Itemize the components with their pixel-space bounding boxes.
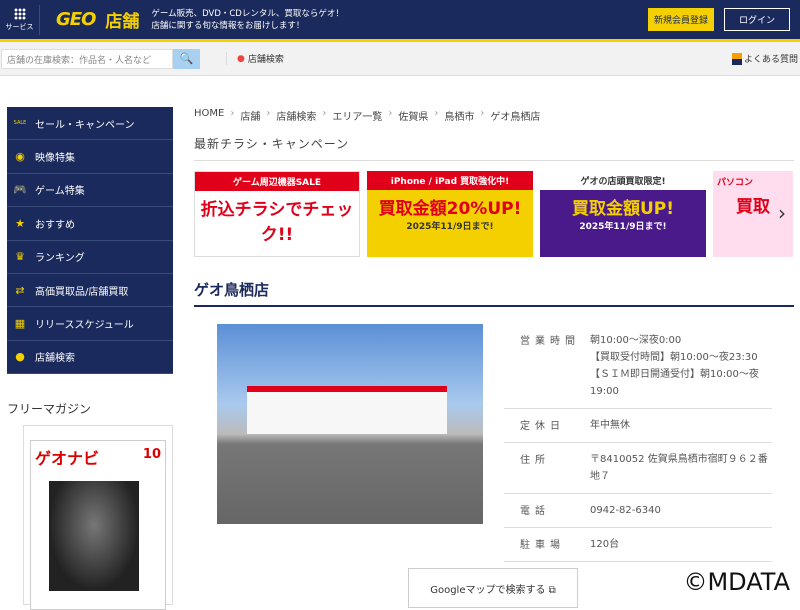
banner-peripheral-sale[interactable]: ゲーム周辺機器SALE 折込チラシでチェック!! [194,171,360,257]
breadcrumb: HOME › 店舗 › 店舗検索 › エリア一覧 › 佐賀県 › 鳥栖市 › ゲオ鳥栖店 [194,108,541,123]
sidebar-item[interactable]: 🎮 ゲーム特集 [7,173,173,208]
main-content: HOME › 店舗 › 店舗検索 › エリア一覧 › 佐賀県 › 鳥栖市 › ゲオ鳥栖店 最新チラシ・キ… [194,108,794,608]
grid-icon [13,7,26,20]
info-row: 定休日 年中無休 [504,409,772,443]
breadcrumb-item[interactable]: 店舗検索 [276,108,316,123]
store-photo [217,324,483,524]
next-arrow-icon[interactable]: › [778,201,786,225]
sidebar-item[interactable]: ♛ ランキング [7,240,173,274]
campaign-heading: 最新チラシ・キャンペーン [194,135,794,161]
breadcrumb-item[interactable]: 店舗 [240,108,260,123]
breadcrumb-item: ゲオ鳥栖店 [490,112,541,123]
info-row: 住所 〒8410052 佐賀県鳥栖市宿町９６２番地７ [504,443,772,494]
breadcrumb-item[interactable]: HOME [194,108,224,123]
star-icon: ★ [15,216,25,230]
sidebar-item[interactable]: ★ おすすめ [7,207,173,241]
gamepad-icon: 🎮 [13,183,27,197]
breadcrumb-item[interactable]: エリア一覧 [332,108,382,123]
info-row: 営業時間 朝10:00〜深夜0:00 【買取受付時間】朝10:00〜夜23:30 【Ｓ… [504,324,772,409]
search-bar: 店舗の在庫検索：作品名・人名など 🔍 ● 店舗検索 よくある質問 [0,42,800,76]
free-magazine-heading: フリーマガジン [7,402,92,417]
banner-game-buyback[interactable]: ゲオの店頭買取限定! 買取金額UP! 2025年11/9日まで! [540,171,706,257]
inventory-search-input[interactable]: 店舗の在庫検索：作品名・人名など [1,48,173,69]
store-info-table: 営業時間 朝10:00〜深夜0:00 【買取受付時間】朝10:00〜夜23:30 【Ｓ… [504,324,772,562]
exchange-icon: ⇄ [15,283,25,297]
store-search-link[interactable]: ● 店舗検索 [226,52,284,65]
sale-icon: SALE [13,120,27,127]
section-title: 店舗 [105,12,140,32]
google-map-button[interactable]: Googleマップで検索する ⧉ [408,568,578,608]
info-row: 電話 0942-82-6340 [504,494,772,528]
breadcrumb-item[interactable]: 佐賀県 [398,108,428,123]
info-row: 駐車場 120台 [504,528,772,562]
register-button[interactable]: 新規会員登録 [647,8,714,31]
film-icon: ◉ [15,150,25,164]
pin-icon: ● [237,53,245,64]
tagline: ゲーム販売、DVD・CDレンタル、買取ならゲオ！ 店舗に関する旬な情報をお届けしま… [151,8,344,31]
sidebar-item[interactable]: ⇄ 高価買取品/店舗買取 [7,273,173,308]
services-menu[interactable]: サービス [0,4,40,35]
login-button[interactable]: ログイン [723,8,790,31]
sidebar-item[interactable]: ▦ リリーススケジュール [7,307,173,341]
sidebar-item[interactable]: SALE セール・キャンペーン [7,107,173,141]
banner-carousel: ゲーム周辺機器SALE 折込チラシでチェック!! iPhone / iPad 買取… [194,171,794,257]
header: サービス GEO 店舗 ゲーム販売、DVD・CDレンタル、買取ならゲオ！ 店舗に関… [0,0,800,42]
crown-icon: ♛ [15,250,25,264]
qa-icon [731,52,742,65]
store-name: ゲオ鳥栖店 [194,279,794,307]
sidebar: SALE セール・キャンペーン ◉ 映像特集 🎮 ゲーム特集 ★ おすすめ ♛ ランキング ⇄ 高価買… [7,107,173,610]
faq-link[interactable]: よくある質問 [731,52,798,65]
sidebar-item[interactable]: ◉ 映像特集 [7,140,173,174]
breadcrumb-item[interactable]: 鳥栖市 [444,108,474,123]
calendar-icon: ▦ [14,317,26,331]
search-icon: 🔍 [179,52,194,65]
search-button[interactable]: 🔍 [173,48,200,69]
pin-icon: ● [15,350,25,364]
magazine-cover[interactable]: ゲオナビ 10 [23,425,173,610]
watermark: ©MDATA [683,568,790,596]
banner-iphone-buyback[interactable]: iPhone / iPad 買取強化中! 買取金額20%UP! 2025年11/9日… [367,171,533,257]
geo-logo[interactable]: GEO [56,9,96,30]
sidebar-item[interactable]: ● 店舗検索 [7,340,173,375]
